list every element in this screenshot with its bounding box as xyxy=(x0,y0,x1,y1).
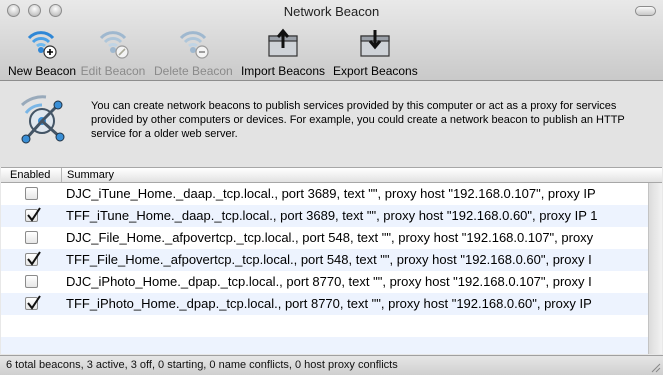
enabled-checkbox[interactable] xyxy=(25,295,41,310)
column-header-enabled[interactable]: Enabled xyxy=(1,168,62,182)
table-row[interactable]: DJC_iTune_Home._daap._tcp.local., port 3… xyxy=(1,183,648,205)
enabled-checkbox[interactable] xyxy=(25,187,38,200)
new-beacon-button[interactable]: New Beacon xyxy=(8,24,77,78)
export-box-icon xyxy=(355,24,395,60)
titlebar-toolbar: Network Beacon New Beacon Edit Beacon De… xyxy=(0,0,663,81)
table-row[interactable]: DJC_File_Home._afpovertcp._tcp.local., p… xyxy=(1,227,648,249)
table-row-empty xyxy=(1,337,648,354)
import-beacons-label: Import Beacons xyxy=(240,64,326,78)
edit-beacon-label: Edit Beacon xyxy=(80,64,146,78)
beacon-add-icon xyxy=(21,24,61,60)
status-bar: 6 total beacons, 3 active, 3 off, 0 star… xyxy=(0,355,663,375)
row-summary: DJC_iPhoto_Home._dpap._tcp.local., port … xyxy=(66,274,592,289)
enabled-checkbox[interactable] xyxy=(25,231,38,244)
row-summary: DJC_File_Home._afpovertcp._tcp.local., p… xyxy=(66,230,594,245)
info-panel: You can create network beacons to publis… xyxy=(0,81,663,167)
vertical-scrollbar[interactable] xyxy=(648,183,662,354)
enabled-checkbox[interactable] xyxy=(25,207,41,222)
enabled-checkbox[interactable] xyxy=(25,275,38,288)
row-summary: TFF_iPhoto_Home._dpap._tcp.local., port … xyxy=(66,296,592,311)
table-row[interactable]: TFF_iPhoto_Home._dpap._tcp.local., port … xyxy=(1,293,648,315)
checkmark-icon xyxy=(27,207,41,222)
table-row[interactable]: TFF_File_Home._afpovertcp._tcp.local., p… xyxy=(1,249,648,271)
row-summary: DJC_iTune_Home._daap._tcp.local., port 3… xyxy=(66,186,596,201)
toolbar-toggle-button[interactable] xyxy=(635,6,656,16)
delete-beacon-label: Delete Beacon xyxy=(154,64,233,78)
beacon-delete-icon xyxy=(173,24,213,60)
resize-grip-icon[interactable] xyxy=(650,362,661,373)
checkmark-icon xyxy=(27,251,41,266)
status-text: 6 total beacons, 3 active, 3 off, 0 star… xyxy=(6,359,398,371)
table-row[interactable]: DJC_iPhoto_Home._dpap._tcp.local., port … xyxy=(1,271,648,293)
network-beacon-window: Network Beacon New Beacon Edit Beacon De… xyxy=(0,0,663,375)
new-beacon-label: New Beacon xyxy=(8,64,77,78)
network-beacon-logo-icon xyxy=(16,91,70,151)
window-title: Network Beacon xyxy=(283,4,380,19)
info-description: You can create network beacons to publis… xyxy=(91,100,625,140)
table-header: Enabled Summary xyxy=(1,167,662,183)
delete-beacon-button[interactable]: Delete Beacon xyxy=(154,24,233,78)
export-beacons-button[interactable]: Export Beacons xyxy=(333,24,418,78)
table-row[interactable]: TFF_iTune_Home._daap._tcp.local., port 3… xyxy=(1,205,648,227)
import-box-icon xyxy=(263,24,303,60)
import-beacons-button[interactable]: Import Beacons xyxy=(240,24,326,78)
row-summary: TFF_File_Home._afpovertcp._tcp.local., p… xyxy=(66,252,592,267)
table-row-empty xyxy=(1,315,648,337)
beacon-edit-icon xyxy=(93,24,133,60)
beacons-table: DJC_iTune_Home._daap._tcp.local., port 3… xyxy=(1,183,648,354)
edit-beacon-button[interactable]: Edit Beacon xyxy=(80,24,146,78)
checkmark-icon xyxy=(27,295,41,310)
export-beacons-label: Export Beacons xyxy=(333,64,418,78)
row-summary: TFF_iTune_Home._daap._tcp.local., port 3… xyxy=(66,208,598,223)
column-header-summary[interactable]: Summary xyxy=(63,168,114,182)
enabled-checkbox[interactable] xyxy=(25,251,41,266)
